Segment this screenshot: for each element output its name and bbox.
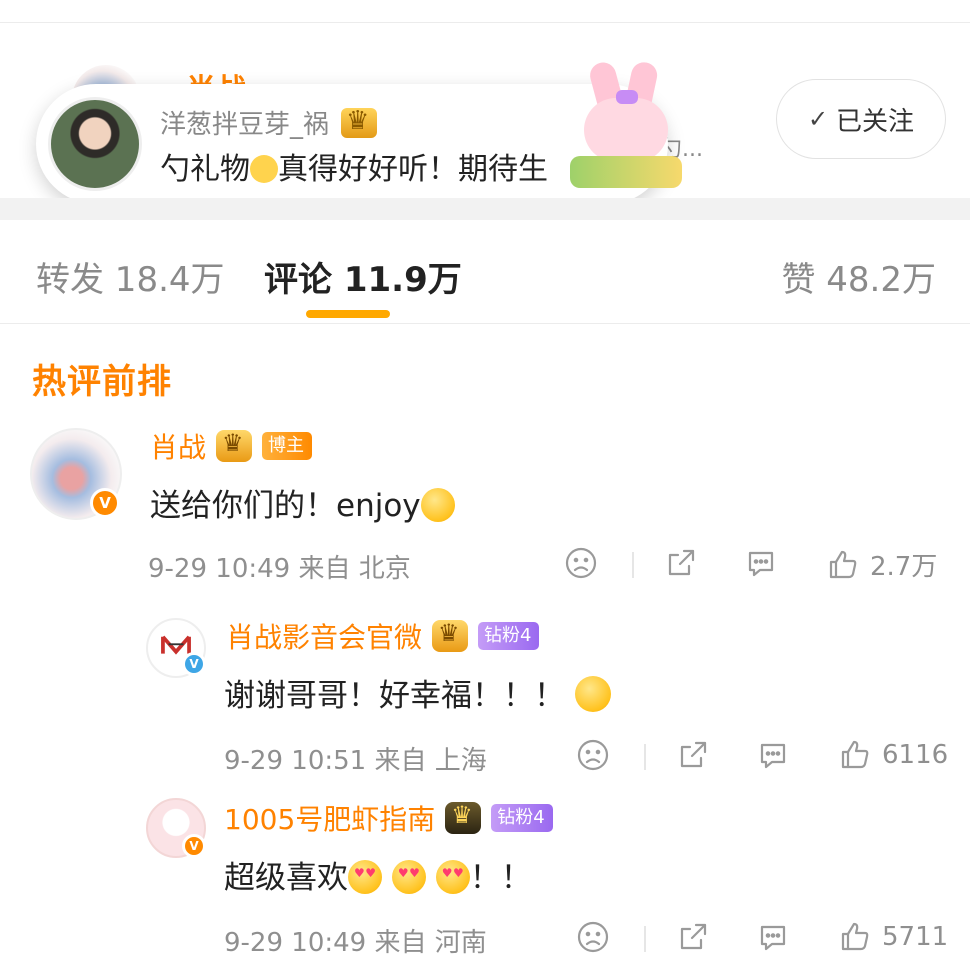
heart-eyes-emoji-icon <box>435 860 470 894</box>
gift-message-end: 真得好好听！期待生 <box>278 152 548 187</box>
like-button[interactable]: 2.7万 <box>826 546 937 583</box>
comment-meta: 9-29 10:51 来自 上海 <box>224 746 487 776</box>
fan-badge: 钻粉4 <box>491 804 553 832</box>
fan-badge: 钻粉4 <box>478 622 540 650</box>
crown-icon <box>341 106 378 138</box>
dislike-button[interactable] <box>576 738 610 772</box>
share-icon <box>680 741 707 768</box>
gift-sender: 洋葱拌豆芽_祸 <box>160 104 378 141</box>
gift-sender-avatar <box>48 97 142 191</box>
comment-meta: 9-29 10:49 来自 北京 <box>148 554 411 584</box>
tab-repost[interactable]: 转发 18.4万 <box>36 252 225 301</box>
comment-username[interactable]: 肖战 博主 <box>150 426 313 466</box>
thumbs-up-icon <box>841 740 869 769</box>
verified-badge-icon: V <box>182 834 206 858</box>
blogger-badge: 博主 <box>262 432 313 460</box>
frown-icon <box>577 921 609 953</box>
post-tabs: 转发 18.4万 评论 11.9万 赞 48.2万 <box>0 220 970 324</box>
section-title: 热评前排 <box>32 362 172 402</box>
like-button[interactable]: 6116 <box>838 738 948 772</box>
verified-badge-icon: V <box>182 652 206 676</box>
action-divider <box>644 926 646 952</box>
follow-button[interactable]: ✓ 已关注 <box>776 79 946 159</box>
heart-eyes-emoji-icon <box>348 860 382 894</box>
happy-emoji-icon <box>574 676 611 712</box>
gift-sender-name: 洋葱拌豆芽_祸 <box>160 110 330 140</box>
comment-body-tail: ！！ <box>469 860 532 896</box>
comment-text: 谢谢哥哥！好幸福！！！ <box>224 670 611 715</box>
check-icon: ✓ <box>807 105 829 133</box>
thumbs-up-icon <box>841 922 869 951</box>
comment-meta: 9-29 10:49 来自 河南 <box>224 928 487 958</box>
comment-actions: 6116 <box>576 738 956 778</box>
like-count: 5711 <box>882 922 949 952</box>
level-crown-icon <box>216 429 253 462</box>
comment-actions: 5711 <box>576 920 956 960</box>
thumbs-up-icon <box>829 550 857 578</box>
heart-eyes-emoji-icon <box>391 860 426 894</box>
reply-button[interactable] <box>744 546 778 580</box>
emoji-icon <box>250 155 278 183</box>
level-crown-icon <box>445 801 482 834</box>
action-divider <box>632 552 634 578</box>
dislike-button[interactable] <box>576 920 610 954</box>
like-count: 2.7万 <box>870 552 938 582</box>
share-button[interactable] <box>676 920 710 954</box>
action-divider <box>644 744 646 770</box>
comment-icon <box>748 551 774 577</box>
comment-text: 超级喜欢 ！！ <box>224 852 532 897</box>
frown-icon <box>577 739 609 771</box>
username-text: 1005号肥虾指南 <box>224 803 436 836</box>
share-button[interactable] <box>676 738 710 772</box>
follow-label: 已关注 <box>836 106 915 137</box>
reply-button[interactable] <box>756 738 790 772</box>
comment-icon <box>760 743 786 769</box>
dislike-button[interactable] <box>564 546 598 580</box>
gift-message-start: 勺礼物 <box>160 152 250 187</box>
reply-button[interactable] <box>756 920 790 954</box>
share-button[interactable] <box>664 546 698 580</box>
like-count: 6116 <box>882 740 949 770</box>
level-crown-icon <box>432 619 469 652</box>
section-separator <box>0 198 970 220</box>
active-tab-indicator <box>306 310 390 318</box>
gift-message: 勺礼物 真得好好听！期待生 <box>160 144 570 188</box>
share-icon <box>680 923 707 950</box>
share-icon <box>668 549 695 576</box>
wink-emoji-icon <box>420 488 455 522</box>
comment-actions: 2.7万 <box>562 546 952 586</box>
username-text: 肖战影音会官微 <box>226 621 423 654</box>
comment-icon <box>760 925 786 951</box>
gift-notification[interactable]: 洋葱拌豆芽_祸 勺礼物真得好好听！期待生 <box>36 59 682 204</box>
username-text: 肖战 <box>150 431 207 464</box>
comment-username[interactable]: 1005号肥虾指南 钻粉4 <box>224 798 553 838</box>
verified-badge-icon: V <box>90 488 120 518</box>
tab-likes[interactable]: 赞 48.2万 <box>781 252 936 301</box>
bunny-gift-icon <box>566 59 686 192</box>
comment-text: 送给你们的！enjoy <box>150 480 455 525</box>
tab-comments[interactable]: 评论 11.9万 <box>264 252 462 301</box>
comment-body: 谢谢哥哥！好幸福！！！ <box>224 678 565 714</box>
frown-icon <box>565 547 597 579</box>
comment-body: 送给你们的！enjoy <box>150 488 421 524</box>
comment-body: 超级喜欢 <box>224 860 348 896</box>
comment-username[interactable]: 肖战影音会官微 钻粉4 <box>226 616 540 656</box>
like-button[interactable]: 5711 <box>838 920 948 954</box>
